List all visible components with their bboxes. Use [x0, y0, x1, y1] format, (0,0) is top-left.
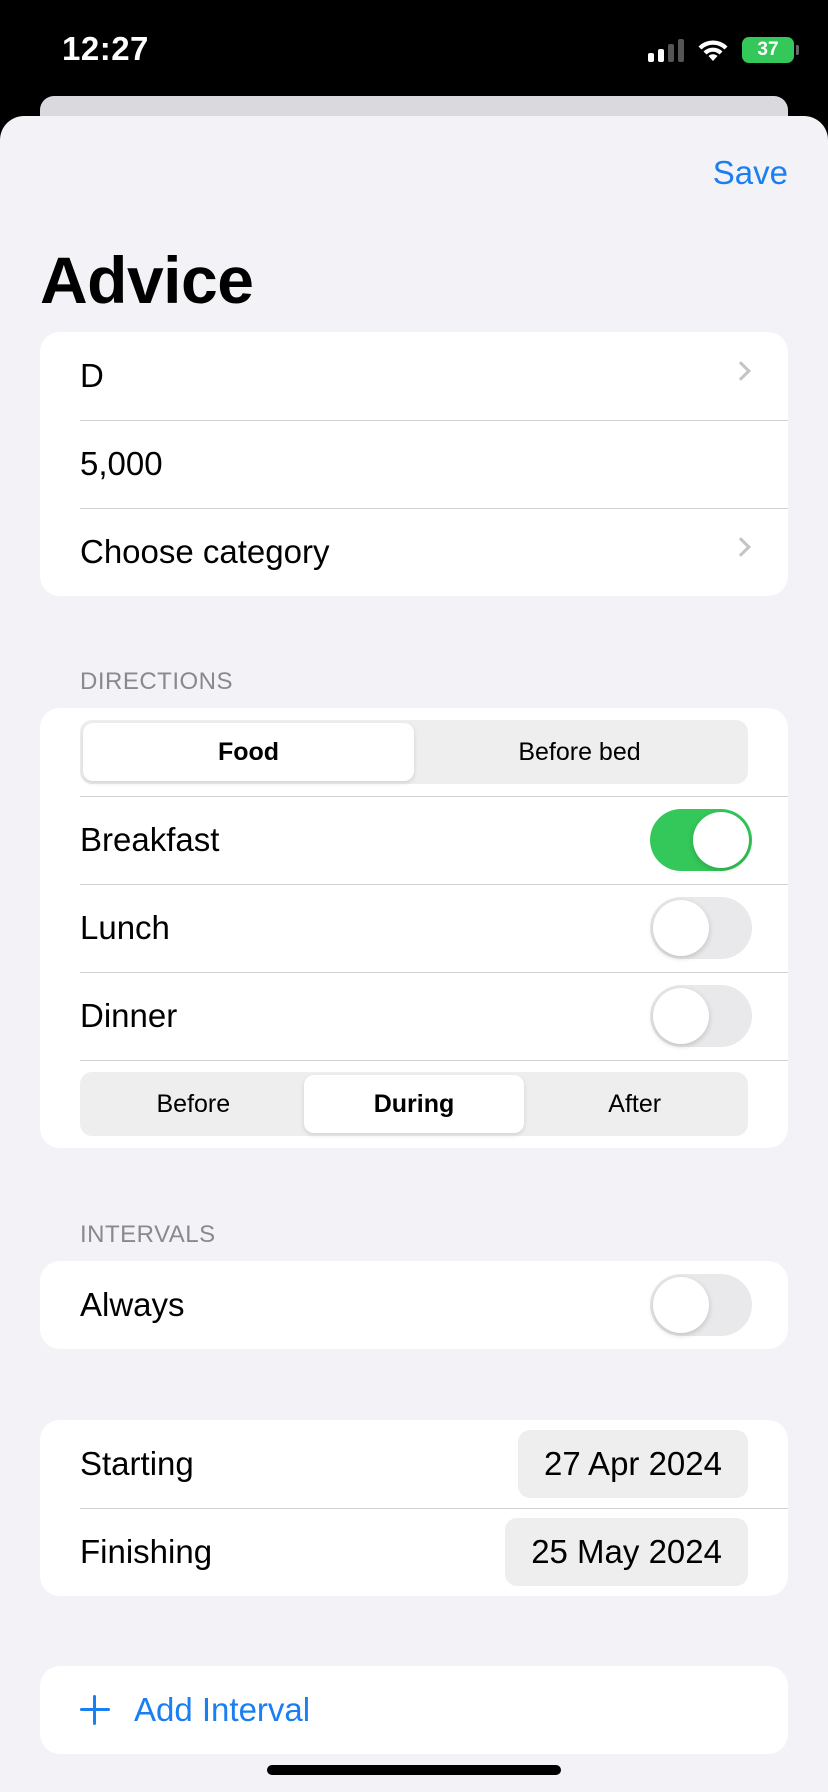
timing-segment-row: Before During After	[40, 1060, 788, 1148]
add-interval-group: Add Interval	[40, 1666, 788, 1754]
name-value: D	[80, 357, 104, 394]
starting-label: Starting	[80, 1445, 194, 1482]
lunch-row: Lunch	[40, 884, 788, 972]
name-row[interactable]: D	[40, 332, 788, 420]
intervals-header: INTERVALS	[80, 1221, 216, 1248]
segment-before-bed[interactable]: Before bed	[414, 723, 745, 781]
finishing-date-picker[interactable]: 25 May 2024	[505, 1518, 748, 1586]
status-time: 12:27	[62, 30, 149, 67]
chevron-right-icon	[700, 508, 788, 596]
dinner-toggle[interactable]	[650, 985, 752, 1047]
directions-header: DIRECTIONS	[80, 668, 234, 695]
breakfast-toggle[interactable]	[650, 809, 752, 871]
signal-icon	[648, 38, 684, 62]
amount-row[interactable]: 5,000	[40, 420, 788, 508]
directions-group: Food Before bed Breakfast Lunch Dinner B…	[40, 708, 788, 1148]
save-button[interactable]: Save	[713, 154, 788, 192]
segment-during[interactable]: During	[303, 1075, 525, 1133]
segment-food[interactable]: Food	[83, 723, 414, 781]
amount-value[interactable]: 5,000	[80, 445, 163, 483]
dinner-label: Dinner	[80, 997, 178, 1034]
starting-date-picker[interactable]: 27 Apr 2024	[518, 1430, 748, 1498]
always-row: Always	[40, 1261, 788, 1349]
chevron-right-icon	[700, 332, 788, 420]
dinner-row: Dinner	[40, 972, 788, 1060]
page-title: Advice	[40, 243, 254, 317]
battery-icon: 37	[742, 37, 799, 63]
segment-before[interactable]: Before	[83, 1075, 304, 1133]
mode-segmented-control: Food Before bed	[80, 720, 748, 784]
category-label: Choose category	[80, 533, 330, 570]
starting-row: Starting 27 Apr 2024	[40, 1420, 788, 1508]
always-toggle[interactable]	[650, 1274, 752, 1336]
lunch-label: Lunch	[80, 909, 170, 946]
battery-level: 37	[757, 39, 779, 60]
status-bar: 12:27 37	[0, 0, 828, 96]
add-interval-button[interactable]: Add Interval	[40, 1666, 788, 1754]
wifi-icon	[698, 40, 728, 61]
home-indicator[interactable]	[267, 1765, 561, 1775]
lunch-toggle[interactable]	[650, 897, 752, 959]
always-label: Always	[80, 1286, 185, 1323]
advice-sheet: Save Advice D 5,000 Choose category DIRE…	[0, 116, 828, 1792]
add-interval-label: Add Interval	[134, 1691, 311, 1728]
breakfast-row: Breakfast	[40, 796, 788, 884]
breakfast-label: Breakfast	[80, 821, 220, 858]
status-icons: 37	[648, 36, 799, 64]
details-group: D 5,000 Choose category	[40, 332, 788, 596]
timing-segmented-control: Before During After	[80, 1072, 748, 1136]
intervals-group: Always	[40, 1261, 788, 1349]
plus-icon	[80, 1695, 110, 1725]
segment-after[interactable]: After	[524, 1075, 745, 1133]
category-row[interactable]: Choose category	[40, 508, 788, 596]
finishing-label: Finishing	[80, 1533, 213, 1570]
dates-group: Starting 27 Apr 2024 Finishing 25 May 20…	[40, 1420, 788, 1596]
mode-segment-row: Food Before bed	[40, 708, 788, 796]
finishing-row: Finishing 25 May 2024	[40, 1508, 788, 1596]
